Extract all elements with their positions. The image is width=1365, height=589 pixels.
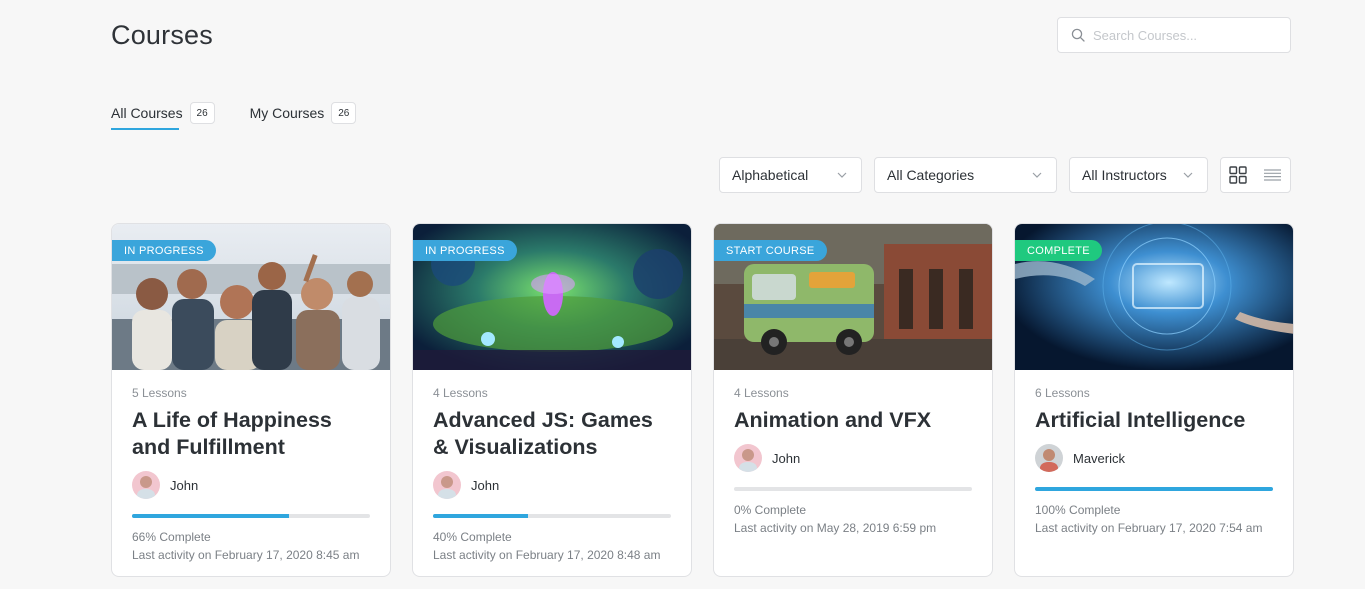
search-box[interactable]	[1057, 17, 1291, 53]
course-grid: IN PROGRESS 5 Lessons A Life of Happines…	[111, 223, 1294, 577]
course-card[interactable]: IN PROGRESS 5 Lessons A Life of Happines…	[111, 223, 391, 577]
tab-label: All Courses	[111, 105, 183, 121]
course-title[interactable]: Advanced JS: Games & Visualizations	[433, 407, 671, 461]
tab-count-badge: 26	[331, 102, 357, 124]
tab-all-courses[interactable]: All Courses 26	[111, 98, 215, 130]
course-thumbnail[interactable]: COMPLETE	[1015, 224, 1293, 370]
chevron-down-icon	[1183, 172, 1193, 178]
last-activity: Last activity on February 17, 2020 7:54 …	[1035, 521, 1263, 535]
tab-label: My Courses	[249, 105, 325, 121]
filter-bar: Alphabetical All Categories All Instruct…	[719, 157, 1208, 193]
lesson-count: 4 Lessons	[433, 386, 488, 400]
course-title[interactable]: Animation and VFX	[734, 407, 972, 434]
course-title[interactable]: Artificial Intelligence	[1035, 407, 1273, 434]
status-badge: START COURSE	[714, 240, 827, 261]
last-activity: Last activity on May 28, 2019 6:59 pm	[734, 521, 937, 535]
avatar	[1035, 444, 1063, 472]
instructor-name: John	[170, 477, 199, 493]
course-title[interactable]: A Life of Happiness and Fulfillment	[132, 407, 370, 461]
status-badge: IN PROGRESS	[112, 240, 216, 261]
progress-fill	[132, 514, 290, 518]
status-badge: COMPLETE	[1015, 240, 1102, 261]
list-icon	[1264, 169, 1282, 181]
progress-text: 40% Complete	[433, 530, 512, 544]
progress-text: 66% Complete	[132, 530, 211, 544]
lesson-count: 4 Lessons	[734, 386, 789, 400]
grid-icon	[1229, 166, 1247, 184]
last-activity: Last activity on February 17, 2020 8:48 …	[433, 548, 661, 562]
lesson-count: 5 Lessons	[132, 386, 187, 400]
order-select-value: Alphabetical	[732, 167, 809, 183]
course-card[interactable]: COMPLETE 6 Lessons Artificial Intelligen…	[1014, 223, 1294, 577]
course-thumbnail[interactable]: START COURSE	[714, 224, 992, 370]
progress-bar	[1035, 487, 1273, 491]
view-toggle	[1220, 157, 1291, 193]
order-select[interactable]: Alphabetical	[719, 157, 862, 193]
category-select-value: All Categories	[887, 167, 975, 183]
course-thumbnail[interactable]: IN PROGRESS	[413, 224, 691, 370]
avatar	[132, 471, 160, 499]
search-icon	[1071, 28, 1085, 42]
avatar	[734, 444, 762, 472]
course-card[interactable]: IN PROGRESS 4 Lessons Advanced JS: Games…	[412, 223, 692, 577]
progress-bar	[433, 514, 671, 518]
progress-fill	[433, 514, 529, 518]
course-card[interactable]: START COURSE 4 Lessons Animation and VFX…	[713, 223, 993, 577]
list-view-button[interactable]	[1256, 158, 1291, 192]
course-tabs: All Courses 26 My Courses 26	[111, 98, 357, 130]
lesson-count: 6 Lessons	[1035, 386, 1090, 400]
progress-bar	[734, 487, 972, 491]
instructor-select[interactable]: All Instructors	[1069, 157, 1208, 193]
instructor[interactable]: John	[433, 471, 671, 499]
progress-fill	[1035, 487, 1273, 491]
instructor-name: John	[471, 477, 500, 493]
chevron-down-icon	[1032, 172, 1042, 178]
instructor-name: John	[772, 450, 801, 466]
category-select[interactable]: All Categories	[874, 157, 1057, 193]
instructor[interactable]: John	[132, 471, 370, 499]
course-thumbnail[interactable]: IN PROGRESS	[112, 224, 390, 370]
chevron-down-icon	[837, 172, 847, 178]
page-title: Courses	[111, 20, 213, 50]
instructor-name: Maverick	[1073, 450, 1126, 466]
grid-view-button[interactable]	[1221, 158, 1256, 192]
instructor-select-value: All Instructors	[1082, 167, 1167, 183]
progress-bar	[132, 514, 370, 518]
progress-text: 100% Complete	[1035, 503, 1121, 517]
status-badge: IN PROGRESS	[413, 240, 517, 261]
instructor[interactable]: John	[734, 444, 972, 472]
avatar	[433, 471, 461, 499]
search-input[interactable]	[1093, 27, 1273, 43]
last-activity: Last activity on February 17, 2020 8:45 …	[132, 548, 360, 562]
tab-count-badge: 26	[189, 102, 215, 124]
tab-my-courses[interactable]: My Courses 26	[250, 98, 357, 128]
instructor[interactable]: Maverick	[1035, 444, 1273, 472]
progress-text: 0% Complete	[734, 503, 807, 517]
